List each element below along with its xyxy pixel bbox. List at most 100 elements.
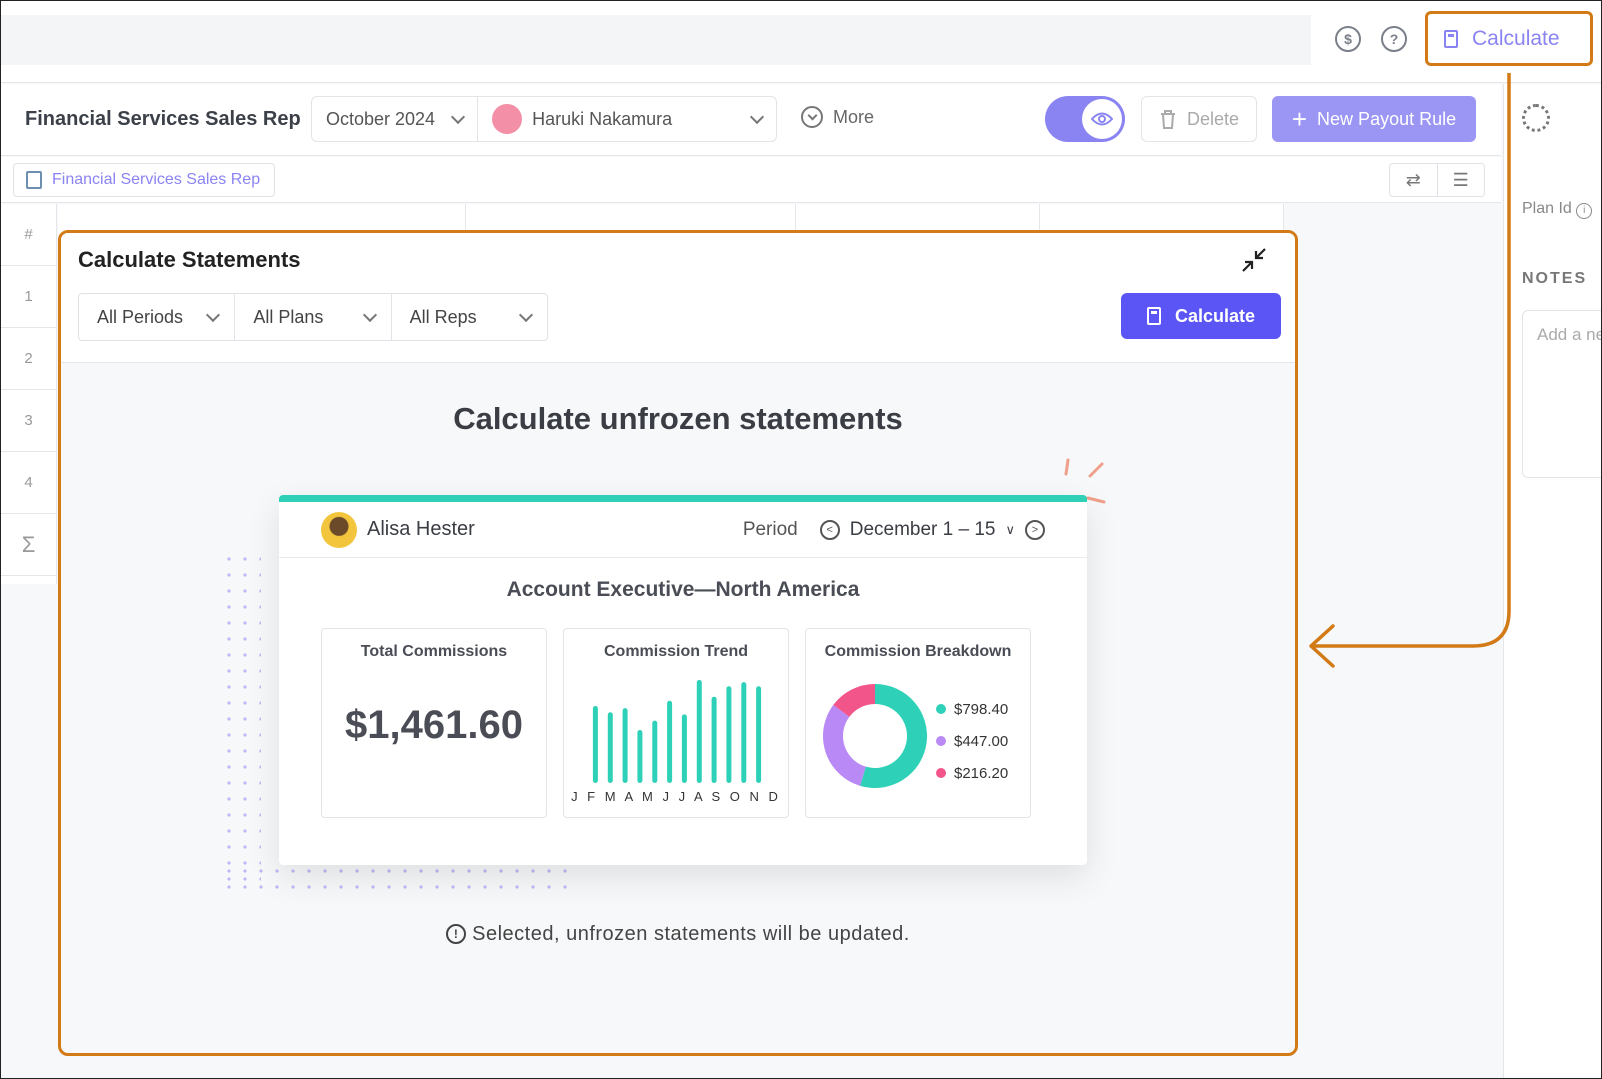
legend-label: $216.20 (954, 764, 1009, 782)
plans-filter[interactable]: All Plans (234, 294, 390, 340)
statement-plan-name: Account Executive—North America (506, 578, 860, 601)
legend-item: $216.20 (936, 757, 1008, 789)
trend-bar-2 (607, 712, 613, 783)
rep-value: Haruki Nakamura (532, 108, 673, 129)
legend-label: $447.00 (954, 732, 1009, 750)
breakdown-slice-2 (823, 704, 866, 786)
trend-bar-12 (756, 686, 762, 783)
chevron-down-icon (362, 307, 377, 322)
statement-card-header: Alisa Hester Period < December 1 – 15 ∨ … (279, 502, 1087, 558)
commission-trend-months: J F M A M J J A S O N D (571, 789, 781, 804)
statement-panels: Total Commissions $1,461.60 Commission T… (321, 628, 1031, 818)
total-commissions-title: Total Commissions (360, 643, 508, 660)
chevron-down-icon (451, 109, 466, 124)
new-payout-rule-button[interactable]: + New Payout Rule (1272, 96, 1476, 142)
row-number: 2 (1, 328, 56, 390)
commission-breakdown-panel: Commission Breakdown $798.40 $447.00 $216.… (805, 628, 1031, 818)
collapse-icon[interactable] (1241, 247, 1267, 280)
total-commissions-value: $1,461.60 (345, 703, 523, 747)
more-label: More (833, 106, 875, 127)
trend-bar-5 (652, 720, 658, 783)
statement-preview-card: Alisa Hester Period < December 1 – 15 ∨ … (279, 495, 1087, 865)
table-view-icon[interactable]: ☰ (1436, 164, 1485, 196)
dollar-circle-icon[interactable]: $ (1335, 26, 1361, 52)
row-number: 1 (1, 266, 56, 328)
breadcrumb-label: Financial Services Sales Rep (52, 171, 261, 188)
row-number-column: # 1 2 3 4 Σ (1, 204, 57, 584)
view-switcher: ⇄ ☰ (1389, 163, 1485, 197)
eye-icon (1082, 99, 1122, 139)
info-icon: i (1576, 203, 1593, 219)
plan-id-text: Plan Id (1522, 200, 1572, 217)
chevron-down-icon (518, 307, 534, 322)
app-frame: $ ? Calculate Financial Services Sales R… (0, 0, 1602, 1079)
row-number: 3 (1, 390, 56, 452)
modal-title: Calculate Statements (78, 247, 301, 272)
delete-button[interactable]: Delete (1141, 96, 1257, 142)
top-calculate-button[interactable]: Calculate (1425, 11, 1593, 66)
update-note-text: Selected, unfrozen statements will be up… (472, 923, 910, 945)
trend-bar-1 (592, 706, 598, 783)
trend-bar-10 (726, 686, 732, 783)
legend-swatch (936, 736, 946, 746)
empty-state-headline: Calculate unfrozen statements (453, 401, 903, 436)
breadcrumb-row: Financial Services Sales Rep ⇄ ☰ (1, 157, 1501, 203)
plan-id-label: Plan Id i (1522, 200, 1593, 219)
sum-row: Σ (1, 514, 56, 576)
total-commissions-panel: Total Commissions $1,461.60 (321, 628, 547, 818)
notes-input[interactable]: Add a ne (1522, 310, 1601, 478)
plan-title: Financial Services Sales Rep (25, 108, 301, 130)
trend-bar-11 (741, 682, 747, 783)
plans-filter-label: All Plans (253, 306, 324, 327)
commission-breakdown-legend: $798.40 $447.00 $216.20 (936, 693, 1008, 789)
modal-filters: All Periods All Plans All Reps (78, 293, 548, 341)
breadcrumb[interactable]: Financial Services Sales Rep (13, 163, 276, 197)
trash-icon (1160, 110, 1175, 129)
chevron-left-icon: < (819, 519, 840, 540)
decorative-dots (221, 551, 261, 891)
periods-filter[interactable]: All Periods (79, 294, 234, 340)
modal-header: Calculate Statements All Periods All Pla… (61, 233, 1295, 363)
reps-filter-label: All Reps (409, 306, 477, 327)
chevron-down-icon: ∨ (1005, 521, 1015, 537)
commission-trend-title: Commission Trend (603, 643, 749, 660)
plan-toolbar: Financial Services Sales Rep October 202… (1, 84, 1501, 156)
reps-filter[interactable]: All Reps (390, 294, 547, 340)
trend-bar-8 (696, 680, 702, 783)
gear-icon[interactable] (1522, 104, 1550, 132)
rep-avatar (492, 104, 523, 134)
row-number: 4 (1, 452, 56, 514)
calculator-icon (1444, 29, 1458, 48)
notes-heading: NOTES (1522, 270, 1588, 287)
chevron-down-icon (206, 307, 221, 322)
commission-trend-panel: Commission Trend J F M A M J J A S O N D (563, 628, 789, 818)
top-search-strip[interactable] (1, 15, 1311, 65)
top-calculate-label: Calculate (1472, 26, 1560, 50)
hash-header: # (1, 204, 56, 266)
period-dropdown[interactable]: October 2024 (312, 97, 477, 141)
chevron-down-icon (749, 109, 765, 124)
commission-trend-chart (592, 680, 762, 783)
modal-calculate-button[interactable]: Calculate (1121, 293, 1281, 339)
statement-period-nav: < December 1 – 15 ∨ > (819, 519, 1045, 541)
right-side-panel: Plan Id i NOTES Add a ne (1503, 84, 1601, 1078)
more-button[interactable]: More (801, 106, 874, 128)
legend-label: $798.40 (954, 700, 1009, 718)
chevron-circle-icon (801, 106, 823, 128)
statement-period-label: Period (742, 518, 798, 540)
book-icon (26, 171, 42, 189)
visibility-toggle[interactable] (1045, 96, 1125, 142)
commission-breakdown-title: Commission Breakdown (824, 643, 1012, 660)
delete-label: Delete (1186, 108, 1240, 129)
modal-calculate-label: Calculate (1174, 305, 1256, 326)
period-value: October 2024 (326, 108, 436, 129)
rep-dropdown[interactable]: Haruki Nakamura (477, 97, 776, 141)
plus-icon: + (1291, 103, 1308, 134)
trend-bar-9 (711, 696, 717, 783)
trend-bar-4 (637, 730, 643, 783)
question-circle-icon[interactable]: ? (1381, 26, 1407, 52)
decorative-dots (221, 863, 571, 893)
trend-bar-7 (681, 714, 687, 783)
chevron-right-icon: > (1025, 519, 1045, 540)
filter-sliders-icon[interactable]: ⇄ (1390, 164, 1437, 196)
